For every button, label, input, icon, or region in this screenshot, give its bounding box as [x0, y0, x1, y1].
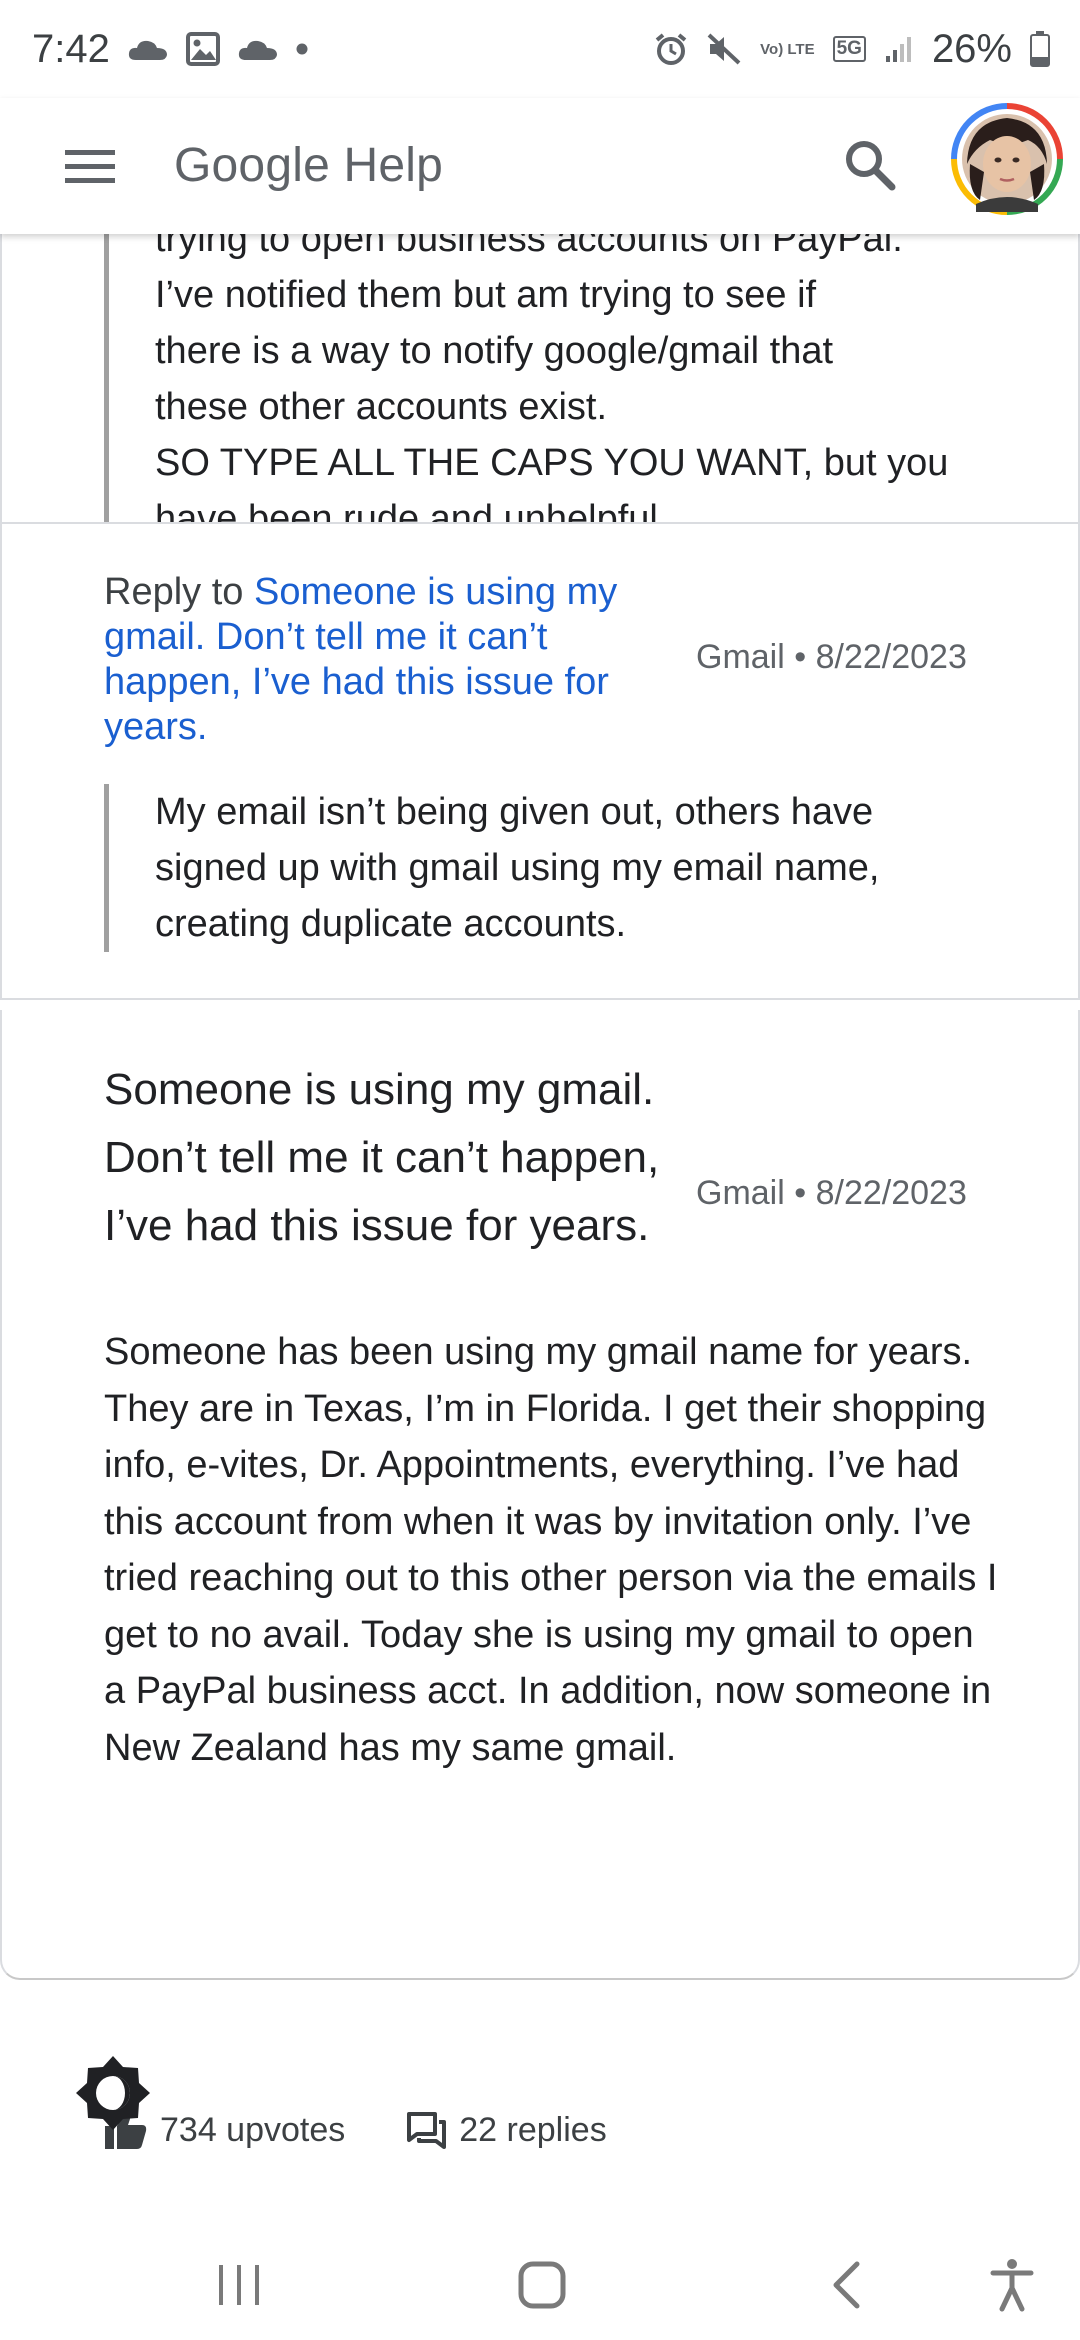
onedrive-icon	[128, 36, 168, 62]
accessibility-icon	[990, 2259, 1034, 2312]
gallery-icon	[185, 32, 220, 66]
reply-quote: My email isn’t being given out, others h…	[104, 784, 984, 952]
battery-icon	[1030, 31, 1050, 67]
post-body-text: Someone has been using my gmail name for…	[104, 1331, 998, 1769]
quoted-message-card: trying to open business accounts on PayP…	[0, 224, 1080, 524]
post-meta: Gmail • 8/22/2023	[696, 1174, 967, 1213]
cloud-icon	[238, 36, 278, 62]
theme-toggle-button[interactable]	[74, 2054, 152, 2132]
upvotes-count: 734 upvotes	[160, 2110, 346, 2149]
search-button[interactable]	[830, 120, 910, 210]
quote-line: I’ve notified them but am trying to see …	[155, 274, 817, 316]
reply-card[interactable]: Reply to Someone is using my gmail. Don’…	[0, 524, 1080, 1000]
volte-icon: Vo) LTE	[760, 42, 814, 57]
menu-icon	[65, 150, 115, 183]
reply-prefix: Reply to	[104, 571, 244, 613]
quote-line: My email isn’t being given out, others h…	[155, 791, 874, 833]
product-label: Gmail	[696, 1174, 785, 1212]
dot-icon	[296, 43, 308, 55]
product-label: Gmail	[696, 638, 785, 676]
volte-label: Vo) LTE	[760, 40, 815, 58]
accessibility-button[interactable]	[972, 2250, 1052, 2320]
status-time: 7:42	[32, 26, 110, 71]
post-card[interactable]: Someone is using my gmail. Don’t tell me…	[0, 1010, 1080, 2149]
menu-button[interactable]	[52, 128, 128, 204]
post-date: 8/22/2023	[815, 1174, 967, 1212]
status-right: Vo) LTE 5G 26%	[654, 27, 1050, 72]
battery-percent: 26%	[931, 26, 1012, 71]
meta-separator: •	[794, 638, 807, 676]
quote-line: creating duplicate accounts.	[155, 903, 627, 945]
meta-separator: •	[794, 1174, 807, 1212]
app-bar: Google Help	[0, 98, 1080, 234]
post-stats: 734 upvotes 22 replies	[104, 2110, 607, 2150]
post-title: Someone is using my gmail. Don’t tell me…	[104, 1065, 660, 1250]
reply-date: 8/22/2023	[815, 638, 967, 676]
signal-icon	[884, 34, 914, 64]
home-button[interactable]	[502, 2250, 582, 2320]
quote-line: these other accounts exist.	[155, 386, 608, 428]
home-icon	[518, 2261, 566, 2309]
app-title: Google Help	[174, 139, 444, 192]
quote-line: have been rude and unhelpful	[155, 498, 658, 524]
mute-icon	[706, 32, 742, 66]
replies-stat[interactable]: 22 replies	[405, 2110, 607, 2150]
back-icon	[833, 2261, 860, 2309]
reply-heading: Reply to Someone is using my gmail. Don’…	[104, 570, 684, 750]
quote-line: SO TYPE ALL THE CAPS YOU WANT, but you	[155, 442, 949, 484]
forum-icon	[407, 2112, 447, 2149]
quote-line: there is a way to notify google/gmail th…	[155, 330, 834, 372]
back-button[interactable]	[806, 2250, 886, 2320]
5g-icon: 5G	[832, 36, 866, 62]
alarm-icon	[654, 32, 688, 66]
quoted-message: trying to open business accounts on PayP…	[104, 224, 984, 524]
system-nav-bar	[0, 2220, 1080, 2340]
reply-meta: Gmail • 8/22/2023	[696, 638, 967, 677]
replies-count: 22 replies	[459, 2110, 607, 2149]
status-left: 7:42	[32, 27, 308, 72]
network-label: 5G	[836, 38, 862, 59]
search-icon	[846, 141, 896, 191]
recents-button[interactable]	[200, 2250, 280, 2320]
recents-icon	[219, 2265, 259, 2305]
post-body: Someone has been using my gmail name for…	[104, 1324, 1004, 1776]
quote-line: signed up with gmail using my email name…	[155, 847, 880, 889]
brightness-icon	[76, 2056, 150, 2130]
avatar[interactable]	[950, 102, 1064, 216]
status-bar: 7:42 Vo) LTE 5G 26%	[0, 0, 1080, 98]
